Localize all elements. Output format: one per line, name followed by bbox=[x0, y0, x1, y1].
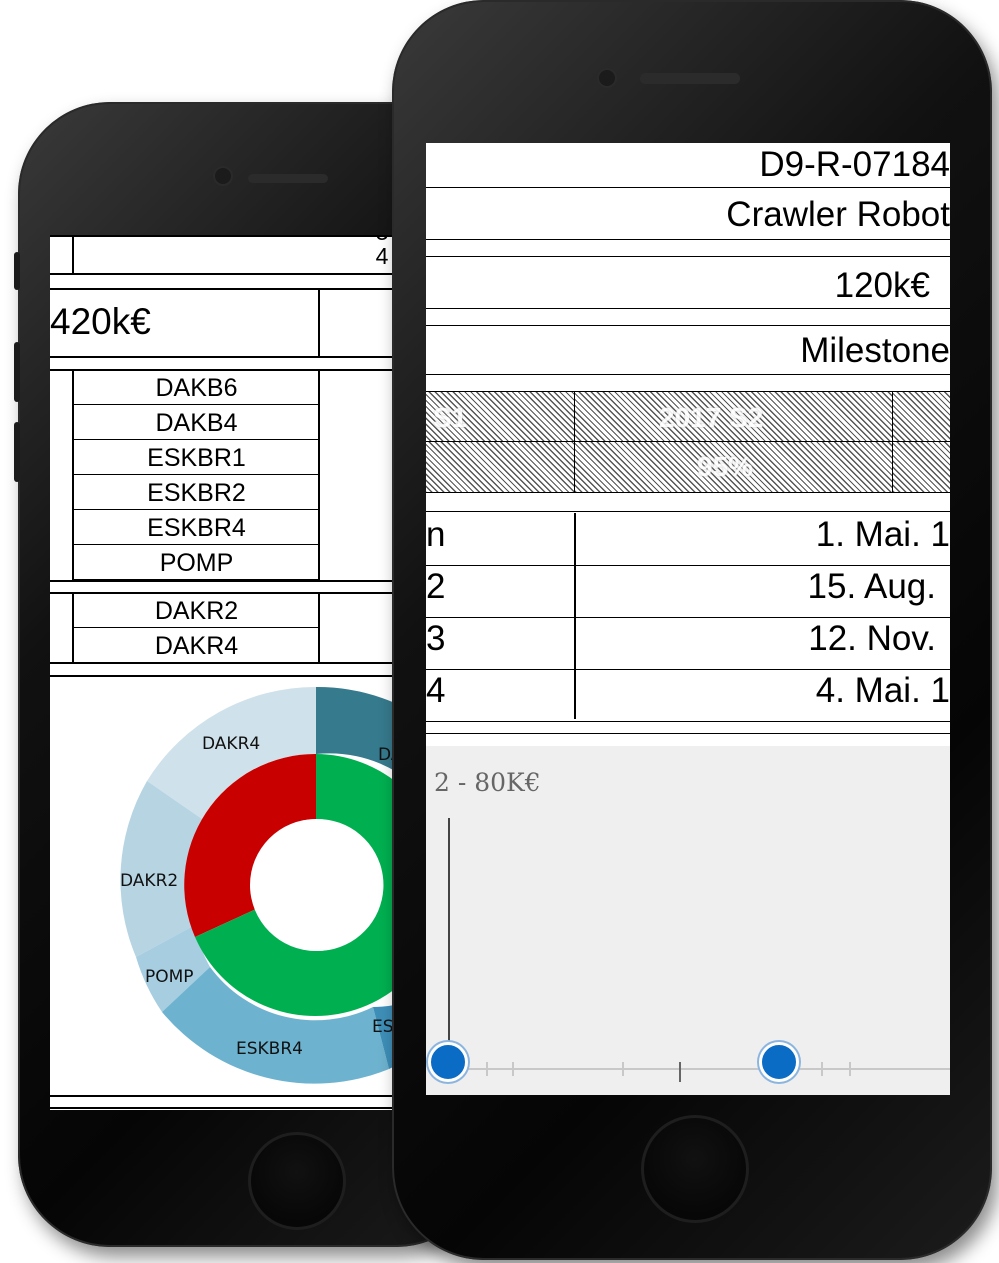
home-button bbox=[248, 1132, 346, 1230]
milestone-row[interactable]: n 1. Mai. 1 bbox=[426, 513, 950, 566]
hatched-cell bbox=[426, 441, 576, 493]
milestone-date: 1. Mai. 1 bbox=[815, 515, 950, 554]
milestones-header-row: Milestone bbox=[426, 327, 950, 375]
home-button bbox=[641, 1115, 749, 1223]
volume-up-button bbox=[14, 342, 20, 402]
list-item[interactable]: DAKR2 bbox=[74, 593, 319, 628]
volume-down-button bbox=[14, 422, 20, 482]
milestone-date: 15. Aug. bbox=[807, 567, 936, 606]
hatched-cell bbox=[892, 391, 950, 443]
list-item[interactable]: DAKR4 bbox=[74, 628, 319, 663]
donut-label-eskbr4: ESKBR4 bbox=[236, 1039, 303, 1059]
list-item[interactable]: ESKBR4 bbox=[74, 510, 319, 545]
donut-label-pomp: POMP bbox=[145, 967, 194, 987]
slider-handle-max[interactable] bbox=[759, 1042, 799, 1082]
milestone-label: 3 bbox=[426, 619, 446, 658]
milestone-date: 12. Nov. bbox=[808, 619, 936, 658]
hatched-cell: S1 bbox=[426, 391, 576, 443]
hatched-cell: 2017 S2 bbox=[574, 391, 894, 443]
slider-label: 2 - 80K€ bbox=[434, 768, 541, 797]
front-screen: D9-R-07184 Crawler Robot 120k€ Milestone… bbox=[426, 143, 950, 1095]
list-item[interactable]: ESKBR1 bbox=[74, 440, 319, 475]
milestone-label: 4 bbox=[426, 671, 446, 710]
list-item[interactable]: DAKB4 bbox=[74, 405, 319, 440]
milestone-row[interactable]: 3 12. Nov. bbox=[426, 617, 950, 670]
project-id-row: D9-R-07184 bbox=[426, 143, 950, 188]
partial-value-second: 4 bbox=[375, 243, 389, 269]
budget-slider-panel: 2 - 80K€ bbox=[426, 746, 950, 1095]
hatched-cell: 95% bbox=[574, 441, 894, 493]
project-id: D9-R-07184 bbox=[759, 145, 950, 184]
back-screen: 3 4 420k€ DAKB6 DAKB4 ESKBR1 ESKBR2 ESKB… bbox=[50, 235, 395, 1110]
front-camera bbox=[597, 68, 617, 88]
budget-donut-chart: DAKR4 DAKR2 POMP ESKBR4 ESI DA bbox=[120, 686, 395, 1084]
slider-marker-line bbox=[448, 818, 450, 1058]
project-name: Crawler Robot bbox=[726, 195, 950, 234]
slider-track[interactable] bbox=[446, 1068, 950, 1070]
milestone-row[interactable]: 4 4. Mai. 1 bbox=[426, 669, 950, 722]
project-name-row: Crawler Robot bbox=[426, 189, 950, 240]
earpiece-speaker bbox=[248, 174, 328, 183]
earpiece-speaker bbox=[640, 73, 740, 84]
milestone-label: 2 bbox=[426, 567, 446, 606]
milestone-date: 4. Mai. 1 bbox=[815, 671, 950, 710]
milestone-label: n bbox=[426, 515, 446, 554]
hatched-cell bbox=[892, 441, 950, 493]
front-camera bbox=[213, 166, 233, 186]
budget-row: 120k€ bbox=[426, 258, 950, 309]
list-item[interactable]: POMP bbox=[74, 545, 319, 580]
donut-label-dakr2: DAKR2 bbox=[120, 871, 178, 891]
list-item[interactable]: DAKB6 bbox=[74, 370, 319, 405]
donut-label-dakr4: DAKR4 bbox=[202, 734, 260, 754]
mute-switch bbox=[14, 252, 20, 290]
budget-value: 120k€ bbox=[834, 266, 930, 305]
list-item[interactable]: ESKBR2 bbox=[74, 475, 319, 510]
milestone-row[interactable]: 2 15. Aug. bbox=[426, 565, 950, 618]
slider-handle-min[interactable] bbox=[428, 1042, 468, 1082]
total-budget: 420k€ bbox=[50, 301, 151, 342]
milestones-header: Milestone bbox=[800, 331, 950, 370]
